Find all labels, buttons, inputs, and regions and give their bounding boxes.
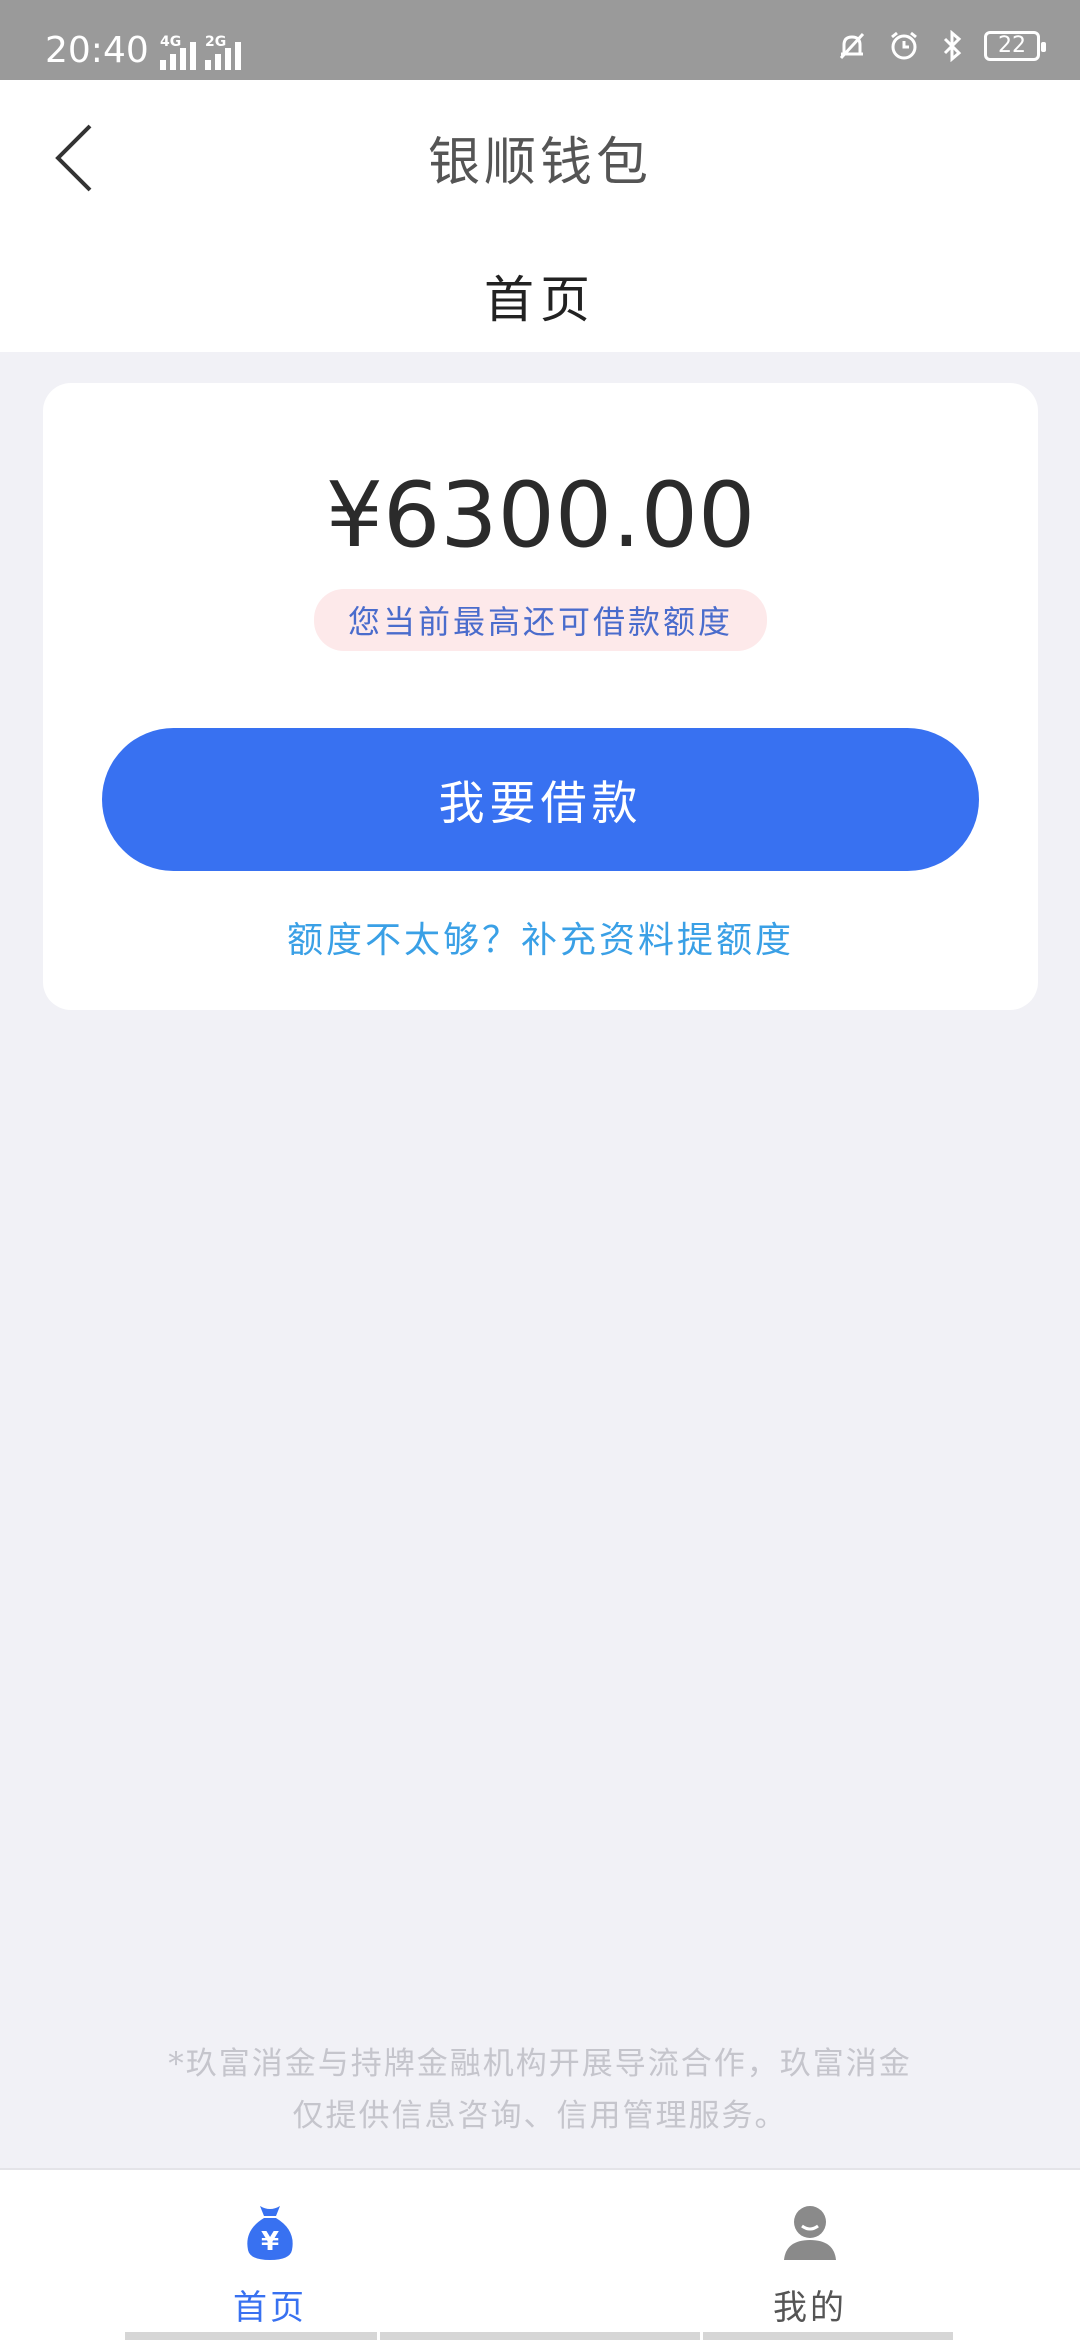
tab-mine[interactable]: 我的 xyxy=(660,2170,960,2330)
disclaimer-line-2: 仅提供信息咨询、信用管理服务。 xyxy=(292,2098,788,2134)
disclaimer-line-1: *玖富消金与持牌金融机构开展导流合作，玖富消金 xyxy=(168,2046,912,2082)
nav-indicator-right xyxy=(703,2332,953,2340)
bluetooth-icon xyxy=(943,30,962,62)
money-bag-icon: ¥ xyxy=(247,2206,293,2260)
battery-icon: 22 xyxy=(984,31,1046,61)
app-title: 银顺钱包 xyxy=(427,133,652,193)
mute-bell-icon xyxy=(839,32,865,60)
signal-2g-icon: 2G xyxy=(205,34,241,70)
header: 银顺钱包 首页 xyxy=(0,80,1080,352)
status-bar: 20:40 4G 2G 22 xyxy=(0,0,1080,80)
status-icons: 22 xyxy=(836,30,1046,62)
disclaimer: *玖富消金与持牌金融机构开展导流合作，玖富消金 仅提供信息咨询、信用管理服务。 xyxy=(90,2038,990,2142)
credit-hint-badge: 您当前最高还可借款额度 xyxy=(313,589,767,651)
nav-indicator-left xyxy=(125,2332,377,2340)
bottom-tab-bar: ¥ 首页 我的 xyxy=(0,2168,1080,2340)
tab-mine-label: 我的 xyxy=(773,2288,847,2328)
increase-limit-link[interactable]: 额度不太够？补充资料提额度 xyxy=(43,911,1038,963)
alarm-icon xyxy=(891,31,917,60)
borrow-button[interactable]: 我要借款 xyxy=(102,728,979,871)
credit-card-panel: ¥6300.00 您当前最高还可借款额度 我要借款 额度不太够？补充资料提额度 xyxy=(43,383,1038,1010)
nav-indicator-center xyxy=(380,2332,700,2340)
svg-text:¥: ¥ xyxy=(261,2227,279,2257)
status-time: 20:40 xyxy=(45,30,149,71)
user-avatar-icon xyxy=(784,2206,836,2260)
tab-home[interactable]: ¥ 首页 xyxy=(120,2170,420,2330)
signal-4g-icon: 4G xyxy=(160,34,196,70)
tab-home-label: 首页 xyxy=(233,2288,307,2328)
credit-amount: ¥6300.00 xyxy=(325,463,756,568)
page-title: 首页 xyxy=(484,271,596,329)
